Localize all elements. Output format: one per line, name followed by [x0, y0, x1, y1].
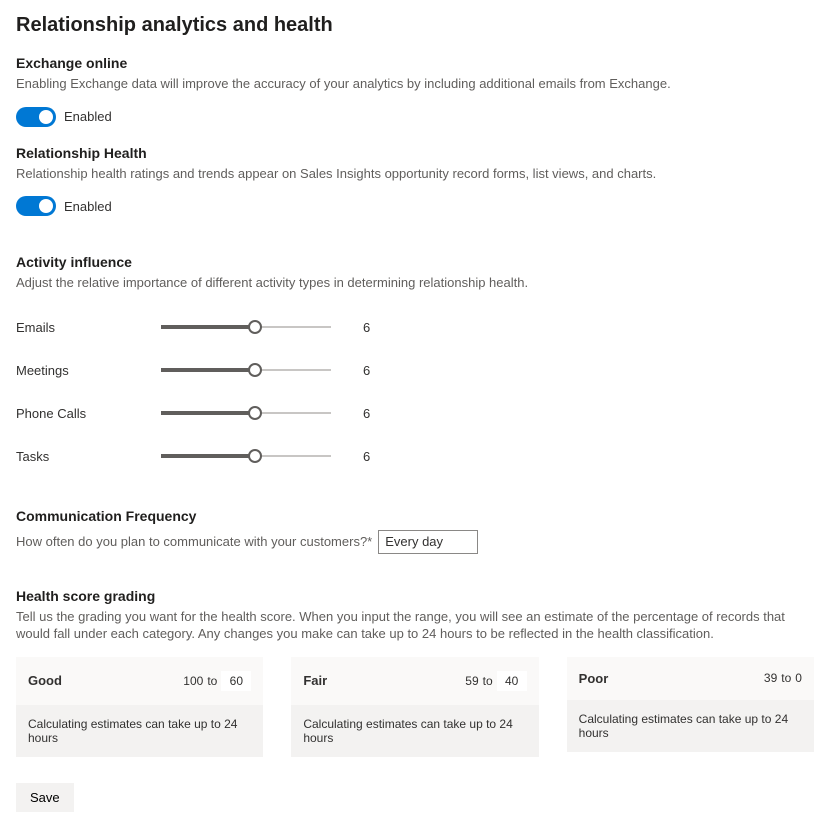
grade-to-input[interactable]: [221, 671, 251, 691]
grade-to-value: 0: [795, 671, 802, 685]
exchange-toggle[interactable]: [16, 107, 56, 127]
exchange-desc: Enabling Exchange data will improve the …: [16, 75, 814, 93]
slider-label: Meetings: [16, 363, 161, 378]
grade-name: Fair: [303, 673, 327, 688]
slider-label: Emails: [16, 320, 161, 335]
relhealth-toggle-label: Enabled: [64, 199, 112, 214]
exchange-toggle-label: Enabled: [64, 109, 112, 124]
slider[interactable]: [161, 449, 331, 463]
grade-from-value: 59: [465, 674, 478, 688]
grade-name: Good: [28, 673, 62, 688]
relhealth-toggle[interactable]: [16, 196, 56, 216]
comm-frequency-select[interactable]: Every day: [378, 530, 478, 554]
relhealth-title: Relationship Health: [16, 145, 814, 161]
relhealth-desc: Relationship health ratings and trends a…: [16, 165, 814, 183]
slider-label: Phone Calls: [16, 406, 161, 421]
grade-estimate-text: Calculating estimates can take up to 24 …: [16, 705, 263, 757]
comm-frequency-value: Every day: [385, 534, 443, 549]
grade-estimate-text: Calculating estimates can take up to 24 …: [291, 705, 538, 757]
slider-value: 6: [363, 406, 383, 421]
grade-to-label: to: [207, 674, 217, 688]
page-title: Relationship analytics and health: [16, 14, 814, 37]
slider-value: 6: [363, 363, 383, 378]
slider[interactable]: [161, 320, 331, 334]
grading-desc: Tell us the grading you want for the hea…: [16, 608, 814, 643]
comm-label: How often do you plan to communicate wit…: [16, 534, 372, 549]
grade-card: Fair 59 to Calculating estimates can tak…: [291, 657, 538, 757]
grading-title: Health score grading: [16, 588, 814, 604]
grade-from-value: 100: [183, 674, 203, 688]
slider-value: 6: [363, 320, 383, 335]
slider-label: Tasks: [16, 449, 161, 464]
grade-to-input[interactable]: [497, 671, 527, 691]
save-button[interactable]: Save: [16, 783, 74, 812]
grade-from-value: 39: [764, 671, 777, 685]
exchange-title: Exchange online: [16, 55, 814, 71]
grade-to-label: to: [781, 671, 791, 685]
activity-desc: Adjust the relative importance of differ…: [16, 274, 814, 292]
slider-value: 6: [363, 449, 383, 464]
grade-card: Poor 39 to 0 Calculating estimates can t…: [567, 657, 814, 757]
slider[interactable]: [161, 363, 331, 377]
comm-title: Communication Frequency: [16, 508, 814, 524]
grade-estimate-text: Calculating estimates can take up to 24 …: [567, 700, 814, 752]
grade-name: Poor: [579, 671, 609, 686]
grade-card: Good 100 to Calculating estimates can ta…: [16, 657, 263, 757]
slider[interactable]: [161, 406, 331, 420]
activity-title: Activity influence: [16, 254, 814, 270]
grade-to-label: to: [483, 674, 493, 688]
